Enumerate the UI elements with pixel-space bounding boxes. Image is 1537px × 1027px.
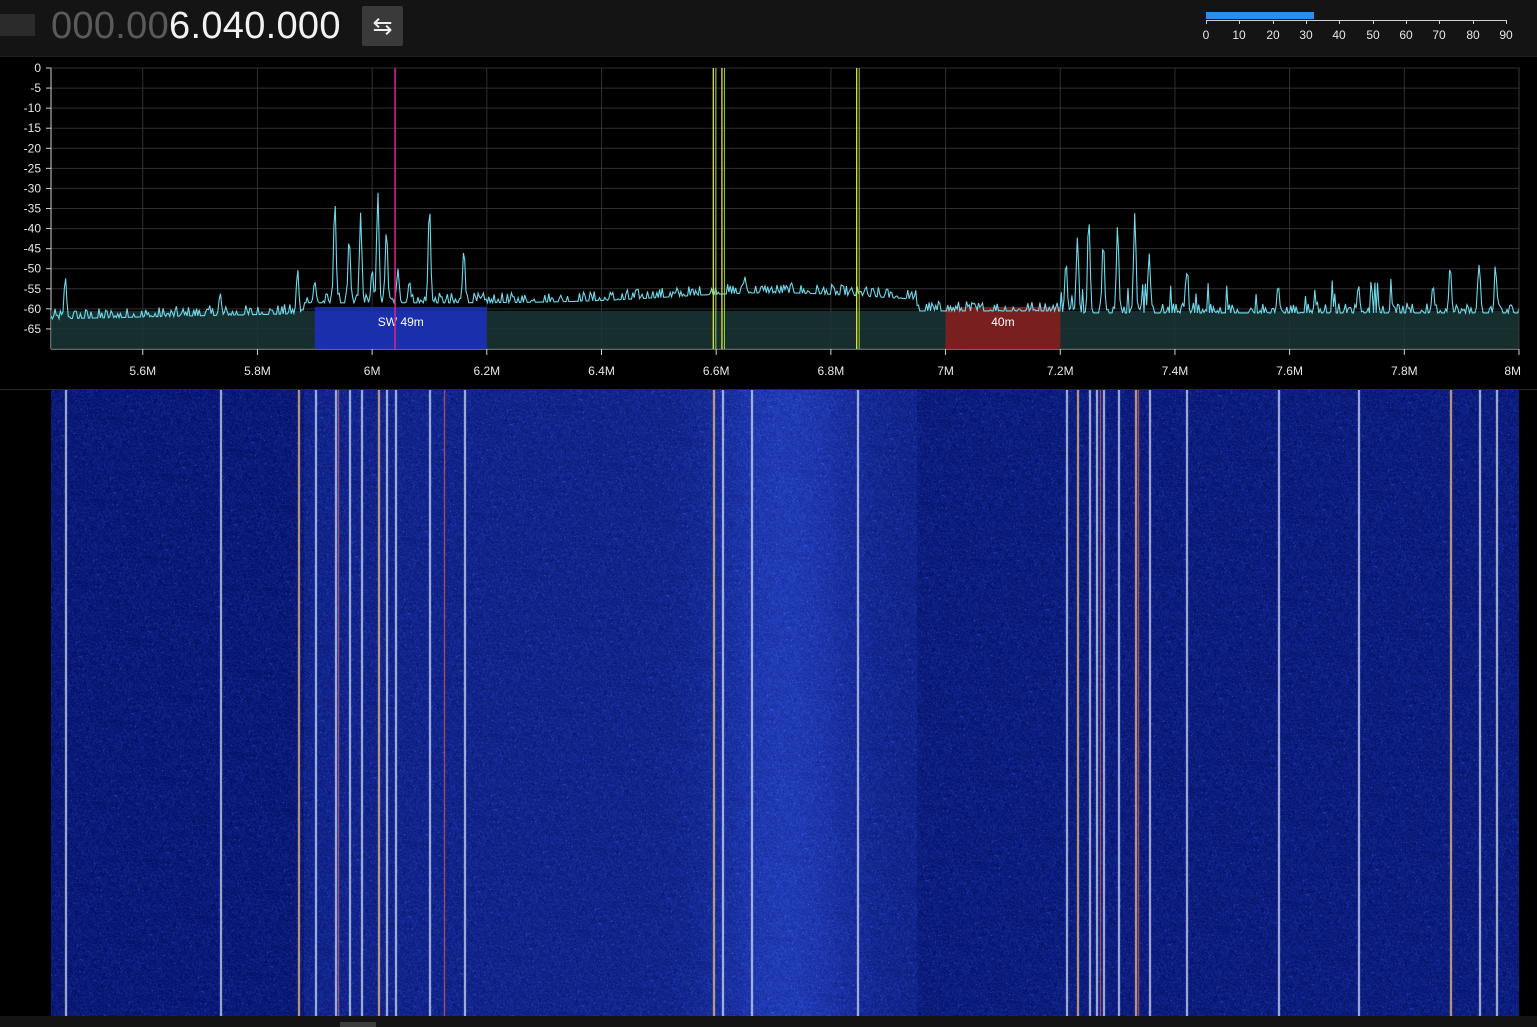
- snr-tick-label: 10: [1232, 28, 1246, 42]
- spectrum-y-tick-label: -60: [24, 302, 42, 316]
- snr-tick-label: 40: [1332, 28, 1346, 42]
- spectrum-y-tick-label: -30: [24, 181, 42, 195]
- spectrum-y-tick-label: -40: [24, 222, 42, 236]
- snr-tick: [1439, 20, 1440, 24]
- spectrum-y-tick-label: 0: [34, 61, 41, 75]
- top-bar: 000.006.040.000 ⇆ 0 10 20 30 40 50 60 70 80 90: [0, 0, 1537, 56]
- snr-tick-label: 50: [1366, 28, 1380, 42]
- spectrum-y-tick-label: -20: [24, 141, 42, 155]
- snr-tick-label: 0: [1202, 28, 1210, 42]
- spectrum-y-tick-label: -15: [24, 121, 42, 135]
- spectrum-trace: [50, 192, 1520, 321]
- snr-tick-label: 90: [1499, 28, 1513, 42]
- snr-tick-label: 70: [1432, 28, 1446, 42]
- spectrum-x-tick-label: 7.8M: [1391, 364, 1418, 378]
- snr-tick: [1473, 20, 1474, 24]
- spectrum-y-tick-label: -5: [30, 81, 41, 95]
- spectrum-y-tick-label: -45: [24, 242, 42, 256]
- frequency-significant-digits[interactable]: 6.040.000: [169, 5, 341, 47]
- snr-tick: [1406, 20, 1407, 24]
- spectrum-x-tick-label: 6.4M: [588, 364, 615, 378]
- spectrum-y-tick-label: -35: [24, 202, 42, 216]
- snr-tick: [1239, 20, 1240, 24]
- spectrum-x-tick-label: 6.8M: [818, 364, 845, 378]
- bottom-scroll-strip: [0, 1016, 1537, 1027]
- spectrum-x-tick-label: 7.6M: [1276, 364, 1303, 378]
- spectrum-plot[interactable]: 0 -5 -10 -15 -20 -25 -30 -35 -40 -45 -50 -55 -60 -65 5…: [0, 57, 1537, 390]
- spectrum-x-tick-label: 6.6M: [703, 364, 730, 378]
- snr-meter: 0 10 20 30 40 50 60 70 80 90: [1202, 10, 1513, 46]
- snr-tick: [1339, 20, 1340, 24]
- spectrum-x-tick-label: 5.6M: [129, 364, 156, 378]
- band-plan-label: SW 49m: [378, 315, 424, 329]
- snr-meter-baseline: [1206, 20, 1507, 21]
- swap-arrows-icon: ⇆: [372, 12, 393, 40]
- snr-meter-fill: [1206, 12, 1314, 19]
- swap-vfo-button[interactable]: ⇆: [362, 6, 403, 46]
- snr-tick: [1373, 20, 1374, 24]
- spectrum-x-tick-label: 5.8M: [244, 364, 271, 378]
- spectrum-y-tick-label: -65: [24, 322, 42, 336]
- snr-tick: [1273, 20, 1274, 24]
- spectrum-y-tick-label: -10: [24, 101, 42, 115]
- waterfall-display[interactable]: [51, 390, 1519, 1016]
- snr-tick: [1206, 20, 1207, 24]
- spectrum-x-tick-label: 8M: [1504, 364, 1521, 378]
- waterfall-panel[interactable]: [0, 390, 1537, 1027]
- spectrum-panel[interactable]: 0 -5 -10 -15 -20 -25 -30 -35 -40 -45 -50 -55 -60 -65 5…: [0, 56, 1537, 390]
- spectrum-y-tick-label: -55: [24, 282, 42, 296]
- spectrum-x-tick-label: 7.2M: [1047, 364, 1074, 378]
- spectrum-y-tick-label: -50: [24, 262, 42, 276]
- spectrum-x-tick-label: 6M: [364, 364, 381, 378]
- horizontal-scroll-thumb[interactable]: [340, 1022, 376, 1027]
- snr-tick-label: 60: [1399, 28, 1413, 42]
- spectrum-x-tick-label: 7.4M: [1162, 364, 1189, 378]
- band-plan-label: 40m: [991, 315, 1014, 329]
- snr-tick-label: 80: [1466, 28, 1480, 42]
- spectrum-y-tick-label: -25: [24, 161, 42, 175]
- snr-tick-label: 30: [1299, 28, 1313, 42]
- spectrum-x-tick-label: 6.2M: [473, 364, 500, 378]
- snr-tick: [1306, 20, 1307, 24]
- frequency-leading-digits[interactable]: 000.00: [51, 5, 169, 47]
- menu-toggle-button[interactable]: [0, 14, 35, 36]
- spectrum-x-tick-label: 7M: [937, 364, 954, 378]
- snr-tick-label: 20: [1266, 28, 1280, 42]
- frequency-display[interactable]: 000.006.040.000: [51, 4, 341, 48]
- noise-floor-fill: [51, 310, 1519, 349]
- snr-tick: [1506, 20, 1507, 24]
